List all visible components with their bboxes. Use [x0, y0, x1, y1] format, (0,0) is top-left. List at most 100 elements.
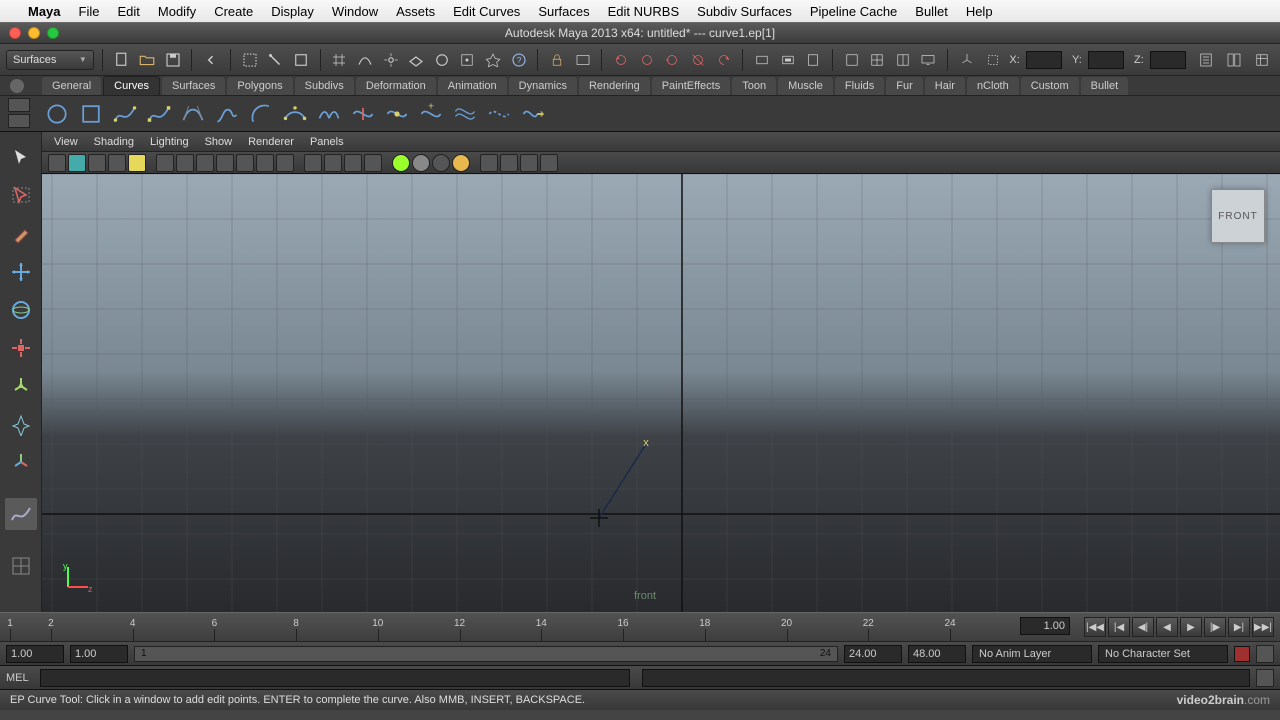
ipr-render-icon[interactable] [777, 48, 799, 72]
select-by-type-icon[interactable] [239, 48, 261, 72]
select-object-icon[interactable] [290, 48, 312, 72]
current-frame-field[interactable]: 1.00 [1020, 617, 1070, 635]
panel-tool-shadows[interactable] [344, 154, 362, 172]
character-set-select[interactable]: No Character Set [1098, 645, 1228, 663]
move-tool[interactable] [5, 256, 37, 288]
shelf-tab-hair[interactable]: Hair [925, 77, 965, 95]
nurbs-square-icon[interactable] [76, 99, 106, 129]
snap-curve-icon[interactable] [354, 48, 376, 72]
three-point-arc-icon[interactable] [280, 99, 310, 129]
app-menu[interactable]: Maya [28, 4, 61, 19]
play-backward-button[interactable]: ◀ [1156, 617, 1178, 637]
panel-tool-shaded[interactable] [276, 154, 294, 172]
paint-select-tool[interactable] [5, 218, 37, 250]
shelf-tab-curves[interactable]: Curves [103, 76, 160, 95]
rebuild-curve-icon[interactable] [484, 99, 514, 129]
time-scrub[interactable]: 124681012141618202224 1.00 [0, 611, 1074, 641]
new-scene-icon[interactable] [111, 48, 133, 72]
lock-icon[interactable] [546, 48, 568, 72]
range-end-outer[interactable]: 48.00 [908, 645, 966, 663]
panel-tool-field[interactable] [216, 154, 234, 172]
panel-tool-textured[interactable] [304, 154, 322, 172]
history-output-icon[interactable] [636, 48, 658, 72]
anim-layer-select[interactable]: No Anim Layer [972, 645, 1092, 663]
menu-surfaces[interactable]: Surfaces [538, 4, 589, 19]
pencil-curve-tool-icon[interactable] [212, 99, 242, 129]
zoom-window-button[interactable] [47, 27, 59, 39]
shelf-menu-icon[interactable] [10, 79, 24, 93]
panel-tool-image-plane[interactable] [88, 154, 106, 172]
nurbs-circle-icon[interactable] [42, 99, 72, 129]
panel-menu-renderer[interactable]: Renderer [248, 136, 294, 148]
history-off-icon[interactable] [687, 48, 709, 72]
shelf-tab-fluids[interactable]: Fluids [835, 77, 884, 95]
offset-curve-icon[interactable] [450, 99, 480, 129]
panel-menu-view[interactable]: View [54, 136, 78, 148]
history-input-icon[interactable] [610, 48, 632, 72]
panel-tool-isolate[interactable] [480, 154, 498, 172]
panel-tool-res-gate[interactable] [176, 154, 194, 172]
menu-edit[interactable]: Edit [117, 4, 139, 19]
channel-box-icon[interactable] [1250, 48, 1274, 72]
menu-help[interactable]: Help [966, 4, 993, 19]
menu-subdiv[interactable]: Subdiv Surfaces [697, 4, 792, 19]
view-cube[interactable]: FRONT [1211, 189, 1265, 243]
menu-assets[interactable]: Assets [396, 4, 435, 19]
shelf-tab-painteffects[interactable]: PaintEffects [652, 77, 731, 95]
render-frame-icon[interactable] [751, 48, 773, 72]
snap-live-icon[interactable] [431, 48, 453, 72]
close-window-button[interactable] [9, 27, 21, 39]
go-to-start-button[interactable]: |◀◀ [1084, 617, 1106, 637]
extend-curve-icon[interactable] [518, 99, 548, 129]
scale-tool[interactable] [5, 332, 37, 364]
open-scene-icon[interactable] [136, 48, 158, 72]
bezier-curve-tool-icon[interactable] [178, 99, 208, 129]
menu-file[interactable]: File [79, 4, 100, 19]
show-manip-tool[interactable] [5, 446, 37, 478]
save-scene-icon[interactable] [162, 48, 184, 72]
panel-tool-all-lights[interactable] [412, 154, 430, 172]
step-back-key-button[interactable]: |◀ [1108, 617, 1130, 637]
make-live-icon[interactable] [482, 48, 504, 72]
panel-tool-safe[interactable] [236, 154, 254, 172]
menu-set-dropdown[interactable]: Surfaces ▼ [6, 50, 94, 70]
shelf-tab-polygons[interactable]: Polygons [227, 77, 292, 95]
coord-x-input[interactable] [1026, 51, 1062, 69]
menu-edit-nurbs[interactable]: Edit NURBS [608, 4, 680, 19]
layout-screen-icon[interactable] [918, 48, 940, 72]
viewport[interactable]: x FRONT y z front [42, 174, 1280, 612]
tool-settings-icon[interactable] [1222, 48, 1246, 72]
command-language-label[interactable]: MEL [6, 672, 34, 684]
step-forward-key-button[interactable]: ▶| [1228, 617, 1250, 637]
ep-curve-tool-icon[interactable] [110, 99, 140, 129]
shelf-tab-subdivs[interactable]: Subdivs [295, 77, 354, 95]
shelf-tab-custom[interactable]: Custom [1021, 77, 1079, 95]
command-input[interactable] [40, 669, 630, 687]
shelf-tab-dynamics[interactable]: Dynamics [509, 77, 577, 95]
select-tool[interactable] [5, 142, 37, 174]
shelf-tab-animation[interactable]: Animation [438, 77, 507, 95]
auto-key-button[interactable] [1234, 646, 1250, 662]
panel-tool-selected-lights[interactable] [432, 154, 450, 172]
panel-tool-hq[interactable] [364, 154, 382, 172]
play-forward-button[interactable]: ▶ [1180, 617, 1202, 637]
attach-curves-icon[interactable] [314, 99, 344, 129]
shelf-tab-rendering[interactable]: Rendering [579, 77, 650, 95]
layout-two-icon[interactable] [892, 48, 914, 72]
snap-point-icon[interactable] [380, 48, 402, 72]
panel-tool-default-light[interactable] [392, 154, 410, 172]
attribute-editor-icon[interactable] [1194, 48, 1218, 72]
rotate-tool[interactable] [5, 294, 37, 326]
snap-grid-icon[interactable] [329, 48, 351, 72]
panel-tool-xray-joints[interactable] [520, 154, 538, 172]
panel-tool-grid[interactable] [128, 154, 146, 172]
menu-bullet[interactable]: Bullet [915, 4, 948, 19]
transform-sel-icon[interactable] [982, 48, 1004, 72]
shelf-tab-bullet[interactable]: Bullet [1081, 77, 1129, 95]
shelf-tab-general[interactable]: General [42, 77, 101, 95]
add-points-tool-icon[interactable]: + [416, 99, 446, 129]
construction-history-icon[interactable] [662, 48, 684, 72]
coord-y-input[interactable] [1088, 51, 1124, 69]
shelf-tab-toon[interactable]: Toon [732, 77, 776, 95]
range-slider[interactable]: 1 24 [134, 646, 838, 662]
